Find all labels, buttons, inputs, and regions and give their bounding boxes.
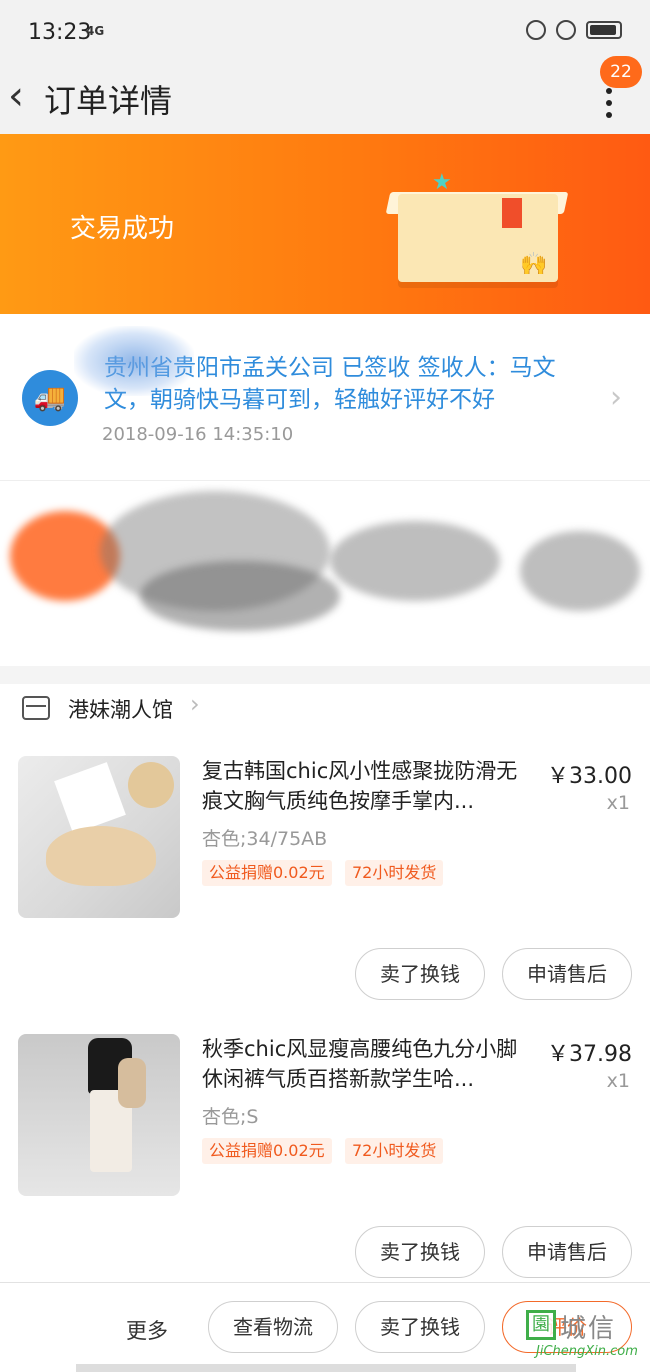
watermark-text: 城信 xyxy=(560,1314,617,1344)
view-logistics-button[interactable]: 查看物流 xyxy=(208,1301,338,1353)
address-redacted xyxy=(0,480,650,666)
product-quantity: x1 xyxy=(606,1070,630,1092)
truck-icon: 🚚 xyxy=(22,370,78,426)
more-button[interactable]: 更多 xyxy=(126,1315,168,1345)
back-icon[interactable]: ‹ xyxy=(8,76,24,116)
order-item[interactable]: 秋季chic风显瘦高腰纯色九分小脚休闲裤气质百搭新款学生哈... 杏色;S 公益… xyxy=(0,962,650,1240)
product-quantity: x1 xyxy=(606,792,630,814)
redaction-scribble xyxy=(74,326,194,396)
redaction-scribble xyxy=(330,521,500,601)
order-status-title: 交易成功 xyxy=(70,214,175,244)
after-sale-button[interactable]: 申请售后 xyxy=(502,1226,632,1278)
nav-bar: ‹ 订单详情 22 xyxy=(0,56,650,134)
chevron-right-icon: › xyxy=(610,380,622,415)
bottom-action-bar: 更多 查看物流 卖了换钱 评价 園 城信 JiChengXin.com xyxy=(0,1282,650,1372)
tag-donation: 公益捐赠0.02元 xyxy=(202,1138,332,1164)
box-ribbon-illustration xyxy=(502,198,522,228)
product-price: ￥33.00 xyxy=(547,764,632,789)
watermark-url: JiChengXin.com xyxy=(536,1344,638,1359)
status-bar: 13:23 4G xyxy=(0,0,650,64)
tag-shipping: 72小时发货 xyxy=(345,1138,444,1164)
card-shape xyxy=(54,762,126,834)
status-time: 13:23 xyxy=(28,20,92,45)
message-badge[interactable]: 22 xyxy=(600,56,642,88)
logistics-time: 2018-09-16 14:35:10 xyxy=(102,424,294,445)
figure-icon: 🙌 xyxy=(520,252,548,277)
product-title: 秋季chic风显瘦高腰纯色九分小脚休闲裤气质百搭新款学生哈... xyxy=(202,1037,518,1091)
product-price: ￥37.98 xyxy=(547,1042,632,1067)
status-banner: 交易成功 ★ 🙌 xyxy=(0,134,650,314)
product-image[interactable] xyxy=(18,1034,180,1196)
order-item[interactable]: 复古韩国chic风小性感聚拢防滑无痕文胸气质纯色按摩手掌内... 杏色;34/7… xyxy=(0,684,650,962)
status-icons xyxy=(526,20,622,40)
page-title: 订单详情 xyxy=(44,82,173,120)
product-shape xyxy=(46,826,156,886)
signal-icon: 4G xyxy=(86,24,105,38)
watermark: 園 城信 JiChengXin.com xyxy=(526,1304,644,1366)
more-menu-icon[interactable] xyxy=(606,88,614,124)
alarm-icon xyxy=(556,20,576,40)
tag-donation: 公益捐赠0.02元 xyxy=(202,860,332,886)
home-indicator xyxy=(76,1364,576,1372)
shop-card: 港妹潮人馆 › 复古韩国chic风小性感聚拢防滑无痕文胸气质纯色按摩手掌内...… xyxy=(0,684,650,1284)
product-title: 复古韩国chic风小性感聚拢防滑无痕文胸气质纯色按摩手掌内... xyxy=(202,759,518,813)
product-coat-shape xyxy=(118,1058,146,1108)
resell-button[interactable]: 卖了换钱 xyxy=(355,1301,485,1353)
redaction-scribble xyxy=(140,561,340,631)
product-sku: 杏色;S xyxy=(202,1106,259,1128)
basket-shape xyxy=(128,762,174,808)
battery-icon xyxy=(586,21,622,39)
product-image[interactable] xyxy=(18,756,180,918)
resell-button[interactable]: 卖了换钱 xyxy=(355,1226,485,1278)
watermark-logo-icon: 園 xyxy=(526,1310,556,1340)
redaction-scribble xyxy=(520,531,640,611)
logistics-row[interactable]: 🚚 贵州省贵阳市孟关公司 已签收 签收人：马文文，朝骑快马暮可到，轻触好评好不好… xyxy=(0,314,650,480)
lock-icon xyxy=(526,20,546,40)
product-sku: 杏色;34/75AB xyxy=(202,828,328,850)
tag-shipping: 72小时发货 xyxy=(345,860,444,886)
